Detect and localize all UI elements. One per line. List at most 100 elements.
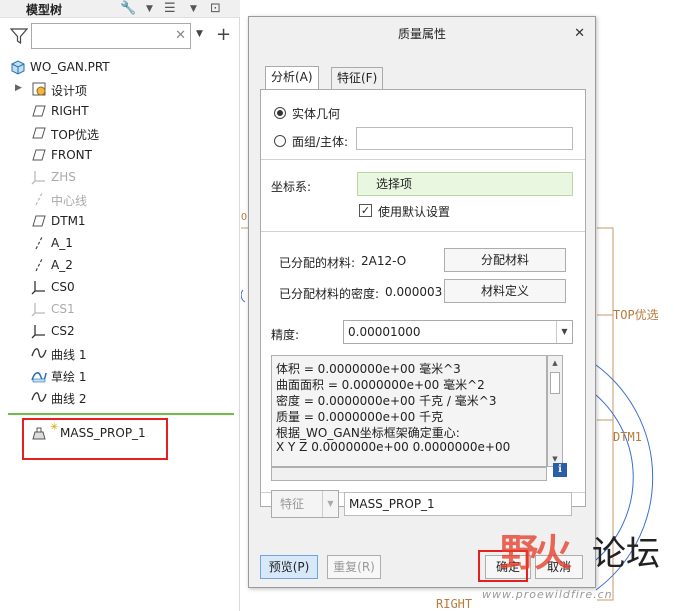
- density-label: 已分配材料的密度:: [279, 287, 380, 301]
- datum-plane-icon: [32, 127, 46, 139]
- solid-geometry-radio[interactable]: [274, 107, 286, 119]
- material-value: 2A12-O: [361, 254, 407, 268]
- tab-feature[interactable]: 特征(F): [331, 67, 384, 89]
- use-default-checkbox[interactable]: ✓: [359, 204, 372, 217]
- precision-label: 精度:: [271, 328, 300, 342]
- quilt-body-label: 面组/主体:: [292, 135, 349, 149]
- tree-item-curve2[interactable]: 曲线 2: [0, 386, 240, 408]
- filter-funnel-icon[interactable]: [10, 27, 28, 45]
- add-icon[interactable]: +: [216, 24, 231, 45]
- results-textarea[interactable]: 体积 = 0.0000000e+00 毫米^3 曲面面积 = 0.0000000…: [271, 355, 547, 467]
- dialog-title: 质量属性: [397, 27, 446, 41]
- close-icon[interactable]: ✕: [574, 26, 585, 41]
- chevron-down-icon[interactable]: ▼: [322, 491, 338, 517]
- precision-select[interactable]: 0.00001000 ▼: [343, 320, 573, 344]
- csys-label: 坐标系:: [271, 180, 312, 194]
- tree-item-a2[interactable]: A_2: [0, 254, 240, 276]
- chevron-down-icon[interactable]: ▼: [556, 321, 572, 343]
- axis-icon: [35, 192, 43, 206]
- result-line: 根据_WO_GAN坐标框架确定重心:: [276, 426, 460, 440]
- tree-item-sketch1[interactable]: 草绘 1: [0, 364, 240, 386]
- expand-arrow-icon[interactable]: ▶: [15, 83, 22, 93]
- tab-analysis[interactable]: 分析(A): [265, 66, 319, 90]
- tree-item-top[interactable]: TOP优选: [0, 122, 240, 144]
- axis-icon: [35, 258, 43, 272]
- design-items-icon: [32, 82, 46, 96]
- right-datum-label[interactable]: RIGHT: [436, 597, 472, 611]
- clear-search-icon[interactable]: ✕: [175, 28, 186, 43]
- tree-item-a1[interactable]: A_1: [0, 232, 240, 254]
- analysis-panel: 实体几何 面组/主体: 坐标系: 选择项 ✓ 使用默认设置 已分配的材料: 2A…: [260, 89, 586, 507]
- info-icon[interactable]: i: [553, 463, 567, 477]
- tree-root[interactable]: WO_GAN.PRT: [0, 56, 240, 78]
- coord-system-icon: [31, 325, 45, 339]
- tree-item-cs0[interactable]: CS0: [0, 276, 240, 298]
- tree-item-right[interactable]: RIGHT: [0, 100, 240, 122]
- highlight-box: [22, 418, 168, 460]
- use-default-label: 使用默认设置: [378, 205, 451, 219]
- show-list-icon[interactable]: ☰: [164, 1, 176, 16]
- tree-item-curve1[interactable]: 曲线 1: [0, 342, 240, 364]
- chevron-down-icon[interactable]: ▼: [146, 4, 153, 14]
- watermark-logo: 野火: [500, 531, 572, 575]
- datum-plane-icon: [32, 105, 46, 117]
- model-tree-toolbar: 模型树 🔧 ▼ ☰ ▼ ⊡: [0, 0, 240, 18]
- tree-item-centerline[interactable]: 中心线: [0, 188, 240, 210]
- sketch-icon: [31, 372, 47, 383]
- results-horizontal-scrollbar[interactable]: [271, 467, 547, 481]
- result-line: 曲面面积 = 0.0000000e+00 毫米^2: [276, 378, 485, 392]
- tree-item-cs1[interactable]: CS1: [0, 298, 240, 320]
- dtm1-datum-label[interactable]: DTM1: [613, 430, 642, 444]
- results-vertical-scrollbar[interactable]: ▲ ▼: [547, 355, 563, 467]
- curve-icon: [31, 392, 47, 402]
- datum-plane-icon: [32, 149, 46, 161]
- result-line: X Y Z 0.0000000e+00 0.0000000e+00: [276, 440, 511, 454]
- chevron-down-icon[interactable]: ▼: [190, 4, 197, 14]
- divider: [261, 231, 585, 232]
- result-line: 体积 = 0.0000000e+00 毫米^3: [276, 362, 461, 376]
- search-input[interactable]: ✕: [31, 23, 191, 49]
- csys-collector[interactable]: 选择项: [357, 172, 573, 196]
- coord-system-icon: [31, 281, 45, 295]
- coord-system-icon: [31, 171, 45, 185]
- tree-item-cs2[interactable]: CS2: [0, 320, 240, 342]
- insert-here-indicator: [8, 413, 234, 415]
- top-datum-label[interactable]: TOP优选: [613, 306, 659, 323]
- tree-item-front[interactable]: FRONT: [0, 144, 240, 166]
- curve-icon: [31, 348, 47, 358]
- feature-type-select[interactable]: 特征 ▼: [271, 490, 339, 518]
- tree-filter-icon[interactable]: ⊡: [210, 1, 221, 16]
- density-value: 0.000003: [385, 285, 443, 299]
- scroll-thumb[interactable]: [550, 372, 560, 394]
- assign-material-button[interactable]: 分配材料: [444, 248, 566, 272]
- tree-item-dtm1[interactable]: DTM1: [0, 210, 240, 232]
- divider: [261, 159, 585, 160]
- result-line: 质量 = 0.0000000e+00 千克: [276, 410, 444, 424]
- tree-item-zhs[interactable]: ZHS: [0, 166, 240, 188]
- repeat-button[interactable]: 重复(R): [327, 555, 381, 579]
- watermark-url: www.proewildfire.cn: [482, 588, 613, 601]
- preview-button[interactable]: 预览(P): [260, 555, 318, 579]
- axis-icon: [35, 236, 43, 250]
- quilt-body-radio[interactable]: [274, 135, 286, 147]
- model-tree-panel: 模型树 🔧 ▼ ☰ ▼ ⊡ ✕ ▼ + WO_GAN.PRT ▶ 设计项 RIG…: [0, 0, 240, 611]
- settings-tools-icon[interactable]: 🔧: [120, 1, 136, 16]
- define-material-button[interactable]: 材料定义: [444, 279, 566, 303]
- model-tree-title: 模型树: [26, 3, 63, 17]
- datum-plane-icon: [32, 215, 46, 227]
- mass-properties-dialog: 质量属性 ✕ 分析(A) 特征(F) 实体几何 面组/主体: 坐标系: 选择项 …: [248, 16, 596, 588]
- quilt-body-field[interactable]: [356, 127, 573, 150]
- result-line: 密度 = 0.0000000e+00 千克 / 毫米^3: [276, 394, 497, 408]
- coord-system-icon: [31, 303, 45, 317]
- feature-name-field[interactable]: MASS_PROP_1: [344, 492, 572, 516]
- datum-label-fragment: O: [241, 212, 248, 223]
- chevron-down-icon[interactable]: ▼: [196, 29, 203, 39]
- search-row: ✕ ▼ +: [0, 22, 240, 50]
- part-icon: [11, 60, 25, 75]
- solid-geometry-label: 实体几何: [292, 107, 341, 121]
- material-label: 已分配的材料:: [279, 256, 356, 270]
- watermark-text: 论坛: [592, 534, 660, 574]
- scroll-up-icon[interactable]: ▲: [548, 356, 562, 370]
- tree-item-design-items[interactable]: ▶ 设计项: [0, 78, 240, 100]
- tree-root-label: WO_GAN.PRT: [30, 60, 110, 74]
